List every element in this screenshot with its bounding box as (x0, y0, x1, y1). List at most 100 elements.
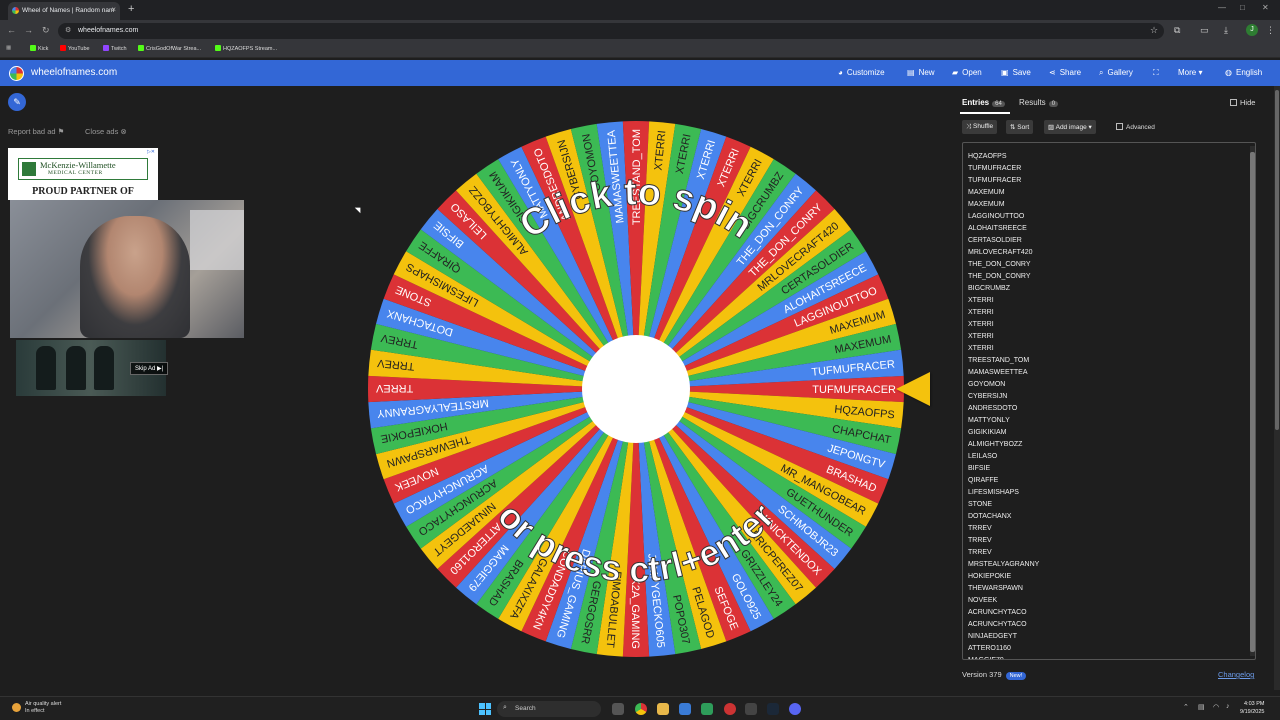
wheel-logo-icon[interactable] (9, 66, 24, 81)
page-scrollbar-thumb[interactable] (1275, 90, 1279, 430)
tab-results[interactable]: Results 0 (1019, 98, 1059, 107)
ad-choices-icon[interactable]: ▷✕ (147, 149, 155, 155)
discord-icon[interactable] (789, 703, 801, 715)
chrome-icon[interactable] (635, 703, 647, 715)
ad-brand-sub: MEDICAL CENTER (48, 170, 103, 176)
ad-tagline: PROUD PARTNER OF (32, 186, 134, 197)
new-badge[interactable]: New! (1005, 672, 1027, 680)
windows-start-icon[interactable] (479, 703, 491, 715)
close-window-icon[interactable]: ✕ (1262, 3, 1269, 12)
network-icon[interactable]: ▤ (1198, 703, 1205, 711)
scrollbar-thumb[interactable] (1250, 152, 1255, 652)
youtube-icon (60, 45, 66, 51)
edge-icon[interactable] (679, 703, 691, 715)
ad-banner[interactable]: ▷✕ McKenzie-Willamette MEDICAL CENTER PR… (8, 148, 158, 200)
entry-line: MAXEMUM (968, 189, 1005, 196)
kick-icon (30, 45, 36, 51)
obs-icon[interactable] (745, 703, 757, 715)
xbox-icon[interactable] (701, 703, 713, 715)
entry-line: TREESTAND_TOM (968, 357, 1030, 364)
page-scrollbar[interactable] (1274, 86, 1280, 690)
bookmark-star-icon[interactable]: ☆ (1150, 25, 1158, 36)
sidebar-icon[interactable]: ▭ (1200, 25, 1209, 36)
forward-icon[interactable]: → (24, 25, 33, 35)
bookmark-crisgodofwar[interactable]: CrisGodOfWar Strea... (138, 45, 201, 52)
menu-icon[interactable]: ⋮ (1266, 25, 1275, 36)
changelog-link[interactable]: Changelog (1218, 670, 1254, 679)
shuffle-button[interactable]: ⤨ Shuffle (962, 120, 998, 134)
weather-widget[interactable]: Air quality alert In effect (12, 701, 61, 715)
close-circle-icon: ⊗ (120, 127, 127, 136)
tab-entries[interactable]: Entries 64 (962, 98, 1005, 107)
ad-figure (94, 346, 114, 390)
steam-icon[interactable] (767, 703, 779, 715)
share-button[interactable]: ⋖ Share (1049, 68, 1081, 77)
site-name[interactable]: wheelofnames.com (31, 67, 117, 78)
back-icon[interactable]: ← (7, 25, 16, 35)
entry-line: ALOHAITSREECE (968, 225, 1027, 232)
fullscreen-button[interactable]: ⛶ (1153, 68, 1163, 78)
address-bar[interactable]: ⚙ wheelofnames.com (58, 23, 1164, 39)
chevron-down-icon: ▾ (1198, 68, 1203, 77)
entry-line: GOYOMON (968, 381, 1006, 388)
sort-button[interactable]: ⇅ Sort (1006, 120, 1034, 134)
taskbar-search[interactable]: ⌕ Search (497, 701, 601, 717)
browser-tab[interactable]: Wheel of Names | Random nam × (8, 2, 120, 20)
reload-icon[interactable]: ↻ (42, 25, 50, 36)
language-button[interactable]: ◍ English (1225, 68, 1262, 77)
close-ads-link[interactable]: Close ads ⊗ (85, 127, 127, 136)
entries-textarea[interactable]: HQZAOFPS TUFMUFRACER TUFMUFRACER MAXEMUM MAX… (962, 142, 1256, 660)
app-icon[interactable] (724, 703, 736, 715)
pencil-icon: ✎ (13, 97, 21, 107)
active-tab-indicator (960, 112, 1010, 114)
entry-line: BIFSIE (968, 465, 991, 472)
bookmark-youtube[interactable]: YouTube (60, 45, 90, 52)
new-button[interactable]: ▤ New (907, 68, 935, 77)
add-image-button[interactable]: ▨ Add image ▾ (1044, 120, 1096, 134)
bookmark-kick[interactable]: Kick (30, 45, 48, 52)
browser-tab-strip: Wheel of Names | Random nam × + — □ ✕ (0, 0, 1280, 20)
extensions-icon[interactable]: ⧉ (1174, 25, 1180, 36)
apps-icon[interactable]: ▦ (6, 45, 11, 51)
skip-ad-button[interactable]: Skip Ad ▶| (130, 362, 169, 375)
search-icon: ⌕ (503, 704, 507, 711)
maximize-icon[interactable]: □ (1240, 3, 1245, 12)
ad-figure (36, 346, 56, 390)
version-label: Version 379 New! (962, 670, 1027, 680)
bookmark-hqzaofps[interactable]: HQZAOFPS Stream... (215, 45, 277, 52)
entry-line: ATTERO1160 (968, 645, 1011, 652)
task-view-icon[interactable] (612, 703, 624, 715)
new-tab-icon[interactable]: + (128, 3, 134, 15)
save-button[interactable]: ▣ Save (1001, 68, 1031, 77)
name-wheel[interactable]: TUFMUFRACERHQZAOFPSCHAPCHATJEPONGTVBRASH… (365, 118, 907, 660)
advanced-checkbox[interactable]: Advanced (1116, 123, 1155, 131)
wifi-icon[interactable]: ◠ (1213, 703, 1219, 711)
tray-overflow-icon[interactable]: ⌃ (1183, 703, 1189, 711)
wheel-segment-label: TUFMUFRACER (812, 384, 896, 396)
open-button[interactable]: ▰ Open (952, 68, 982, 77)
entry-line: XTERRI (968, 321, 994, 328)
site-info-icon[interactable]: ⚙ (65, 26, 71, 34)
search-icon: ⌕ (1099, 68, 1104, 77)
file-explorer-icon[interactable] (657, 703, 669, 715)
bookmark-twitch[interactable]: Twitch (103, 45, 127, 52)
entry-line: THE_DON_CONRY (968, 273, 1031, 280)
entry-line: QIRAFFE (968, 477, 999, 484)
image-icon: ▨ (1048, 124, 1055, 131)
more-button[interactable]: More ▾ (1178, 68, 1202, 77)
profile-avatar[interactable]: J (1246, 24, 1258, 36)
hide-checkbox[interactable]: Hide (1230, 98, 1255, 107)
close-tab-icon[interactable]: × (111, 5, 116, 14)
entry-line: NINJAEDGEYT (968, 633, 1018, 640)
edit-pencil-button[interactable]: ✎ (8, 93, 26, 111)
download-icon[interactable]: ⤓ (1224, 25, 1228, 36)
entries-scrollbar[interactable] (1250, 146, 1255, 656)
system-clock[interactable]: 4:03 PM 9/19/2025 (1240, 700, 1264, 716)
minimize-icon[interactable]: — (1218, 3, 1226, 12)
ad-brand-name: McKenzie-Willamette (40, 160, 116, 170)
report-bad-ad-link[interactable]: Report bad ad ⚑ (8, 127, 64, 136)
video-ad[interactable]: Skip Ad ▶| (16, 340, 169, 396)
customize-button[interactable]: ◕ Customize (838, 68, 885, 77)
gallery-button[interactable]: ⌕ Gallery (1099, 68, 1133, 78)
volume-icon[interactable]: ♪ (1226, 703, 1230, 710)
